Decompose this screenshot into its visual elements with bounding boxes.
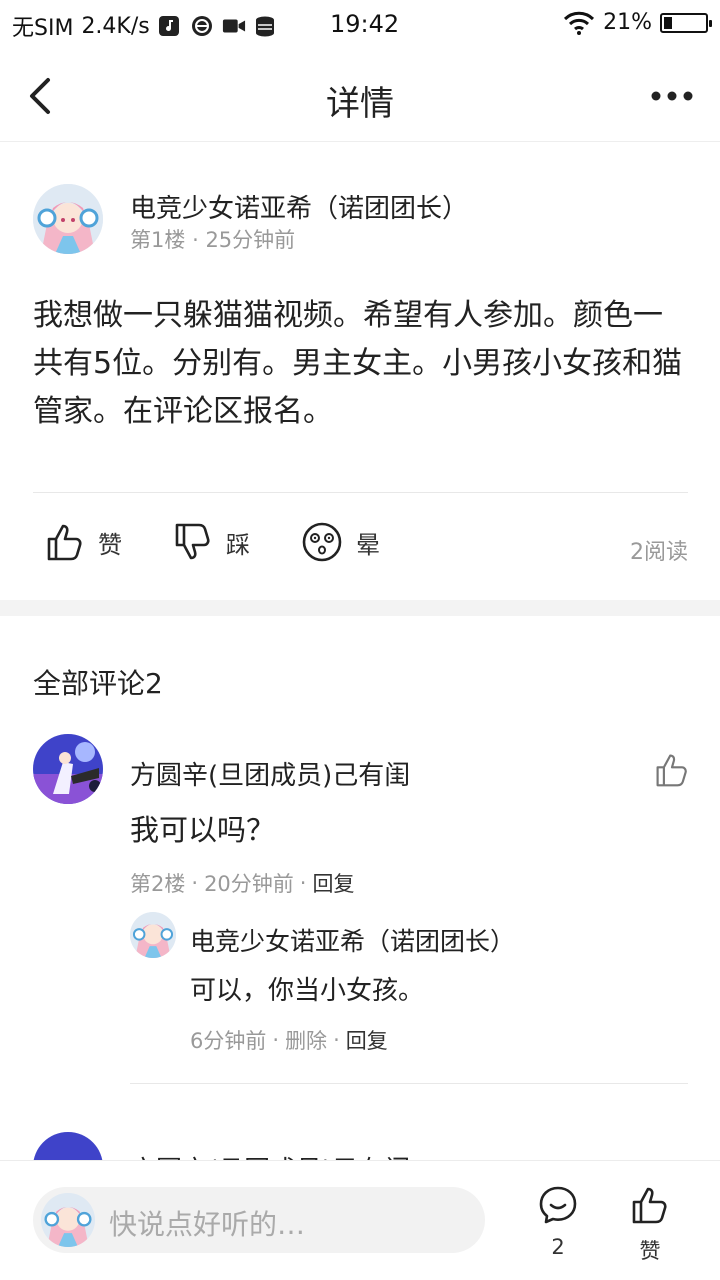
data-icon (255, 16, 274, 37)
nav-bar: 详情 (0, 50, 720, 142)
status-right: 21% (563, 10, 712, 35)
comment-text: 我可以吗？ (130, 813, 276, 847)
anime-girl-avatar-image (130, 912, 176, 958)
post-author-avatar[interactable] (33, 184, 103, 254)
status-bar: 无SIM 2.4K/s 19:42 21% (0, 0, 720, 50)
music-icon (158, 16, 179, 36)
divider (130, 1083, 688, 1084)
video-icon (222, 19, 245, 33)
status-left: 无SIM 2.4K/s (12, 10, 278, 42)
reply-meta: 6分钟前 · 删除 · 回复 (190, 1025, 388, 1055)
clock: 19:42 (330, 10, 400, 38)
reply-author-avatar[interactable] (130, 912, 176, 958)
globe-icon (191, 16, 212, 36)
thumbs-up-icon (47, 524, 82, 561)
divider (33, 492, 688, 493)
battery-percent: 21% (603, 10, 652, 35)
my-avatar (41, 1193, 95, 1247)
game-character-avatar-image (33, 734, 103, 804)
anime-girl-avatar-image (41, 1193, 95, 1247)
like-label: 赞 (98, 530, 122, 559)
anime-girl-avatar-image (33, 184, 103, 254)
post-body-text: 我想做一只躲猫猫视频。希望有人参加。颜色一共有5位。分别有。男主女主。小男孩小女… (33, 298, 683, 429)
meta-dot: · (191, 871, 199, 895)
carrier-label: 无SIM (12, 16, 74, 41)
bottom-like-label: 赞 (639, 1239, 661, 1263)
reply-button[interactable]: 回复 (346, 1025, 388, 1055)
post-floor: 第1楼 (130, 228, 186, 252)
wifi-icon (564, 11, 595, 35)
comment-input[interactable]: 快说点好听的… (33, 1187, 485, 1253)
post-author-name[interactable]: 电竞少女诺亚希（诺团团长） (130, 188, 468, 225)
dislike-button[interactable]: 踩 (174, 522, 250, 562)
bottom-bar: 快说点好听的… 2 赞 (0, 1160, 720, 1280)
reply-button[interactable]: 回复 (312, 868, 354, 898)
reply-time: 6分钟前 (190, 1029, 267, 1053)
like-button[interactable]: 赞 (46, 522, 122, 562)
comment-count: 2 (551, 1235, 565, 1259)
post-time: 25分钟前 (205, 228, 296, 252)
post-actions: 赞 踩 晕 2阅读 (0, 522, 720, 572)
commenter-avatar[interactable] (33, 734, 103, 804)
post-meta: 第1楼 · 25分钟前 (130, 224, 295, 254)
meta-dot: · (333, 1028, 340, 1052)
dislike-label: 踩 (226, 530, 250, 559)
comment-like-icon[interactable] (654, 752, 690, 788)
comment-input-placeholder: 快说点好听的… (109, 1208, 306, 1241)
comments-header: 全部评论2 (33, 667, 163, 700)
comment-time: 20分钟前 (204, 872, 294, 896)
delete-button[interactable]: 删除 (285, 1025, 327, 1055)
comment-floor: 第2楼 (130, 872, 186, 896)
battery-icon (660, 12, 712, 33)
thumbs-up-icon (632, 1187, 667, 1224)
page-title: 详情 (326, 84, 394, 124)
comment-bubble-icon (539, 1186, 577, 1224)
meta-dot: · (272, 1028, 280, 1052)
comments-button[interactable]: 2 (534, 1185, 582, 1265)
commenter-name[interactable]: 方圆辛(旦团成员)己有闺 (130, 755, 410, 792)
battery-level (664, 16, 672, 29)
section-separator (0, 600, 720, 616)
read-count: 2阅读 (630, 540, 688, 565)
meta-dot: · (299, 871, 307, 895)
meta-dot: · (192, 228, 199, 252)
network-speed: 2.4K/s (81, 13, 150, 39)
comment-meta: 第2楼 · 20分钟前 · 回复 (130, 868, 354, 898)
reply-text: 可以，你当小女孩。 (190, 976, 425, 1006)
more-dots-icon[interactable] (650, 90, 694, 102)
reply-author-name[interactable]: 电竞少女诺亚希（诺团团长） (190, 922, 515, 958)
bottom-like-button[interactable]: 赞 (626, 1185, 674, 1265)
dizzy-label: 晕 (356, 530, 380, 559)
dizzy-face-icon (302, 522, 342, 562)
dizzy-button[interactable]: 晕 (302, 522, 380, 562)
thumbs-down-icon (175, 523, 210, 560)
